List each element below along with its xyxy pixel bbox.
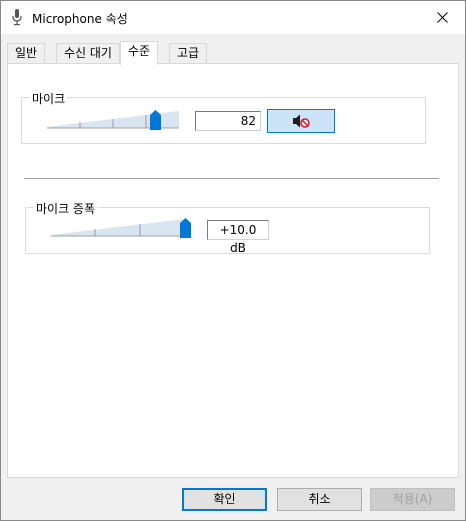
microphone-group-label: 마이크 xyxy=(30,90,68,107)
close-icon xyxy=(436,12,448,23)
levels-panel: 마이크 82 마이크 증폭 +10.0 dB xyxy=(7,63,459,478)
section-divider xyxy=(24,178,439,179)
microphone-icon xyxy=(9,8,25,26)
mute-button[interactable] xyxy=(267,109,335,133)
microphone-boost-label: 마이크 증폭 xyxy=(34,200,98,217)
ok-button[interactable]: 확인 xyxy=(182,488,267,511)
microphone-level-value[interactable]: 82 xyxy=(195,111,261,131)
tab-strip: 일반 수신 대기 수준 고급 xyxy=(7,41,466,65)
tab-general[interactable]: 일반 xyxy=(7,43,46,64)
slider-thumb[interactable] xyxy=(180,218,191,238)
speaker-muted-icon xyxy=(293,114,310,128)
apply-button[interactable]: 적용(A) xyxy=(370,488,455,511)
close-button[interactable] xyxy=(419,1,465,34)
microphone-level-slider[interactable] xyxy=(47,108,179,134)
slider-thumb[interactable] xyxy=(150,110,161,130)
tab-listen[interactable]: 수신 대기 xyxy=(56,43,120,64)
microphone-group: 마이크 82 xyxy=(21,90,426,144)
slider-track xyxy=(51,219,185,237)
title-bar: Microphone 속성 xyxy=(1,1,465,34)
tab-levels[interactable]: 수준 xyxy=(120,41,159,65)
window-title: Microphone 속성 xyxy=(32,12,128,26)
microphone-boost-slider[interactable] xyxy=(51,216,191,242)
microphone-boost-group: 마이크 증폭 +10.0 dB xyxy=(25,200,430,255)
cancel-button[interactable]: 취소 xyxy=(277,488,362,511)
properties-dialog: Microphone 속성 일반 수신 대기 수준 고급 마이크 82 마이크 … xyxy=(0,0,466,521)
tab-advanced[interactable]: 고급 xyxy=(169,43,208,64)
microphone-boost-value[interactable]: +10.0 dB xyxy=(207,220,269,255)
